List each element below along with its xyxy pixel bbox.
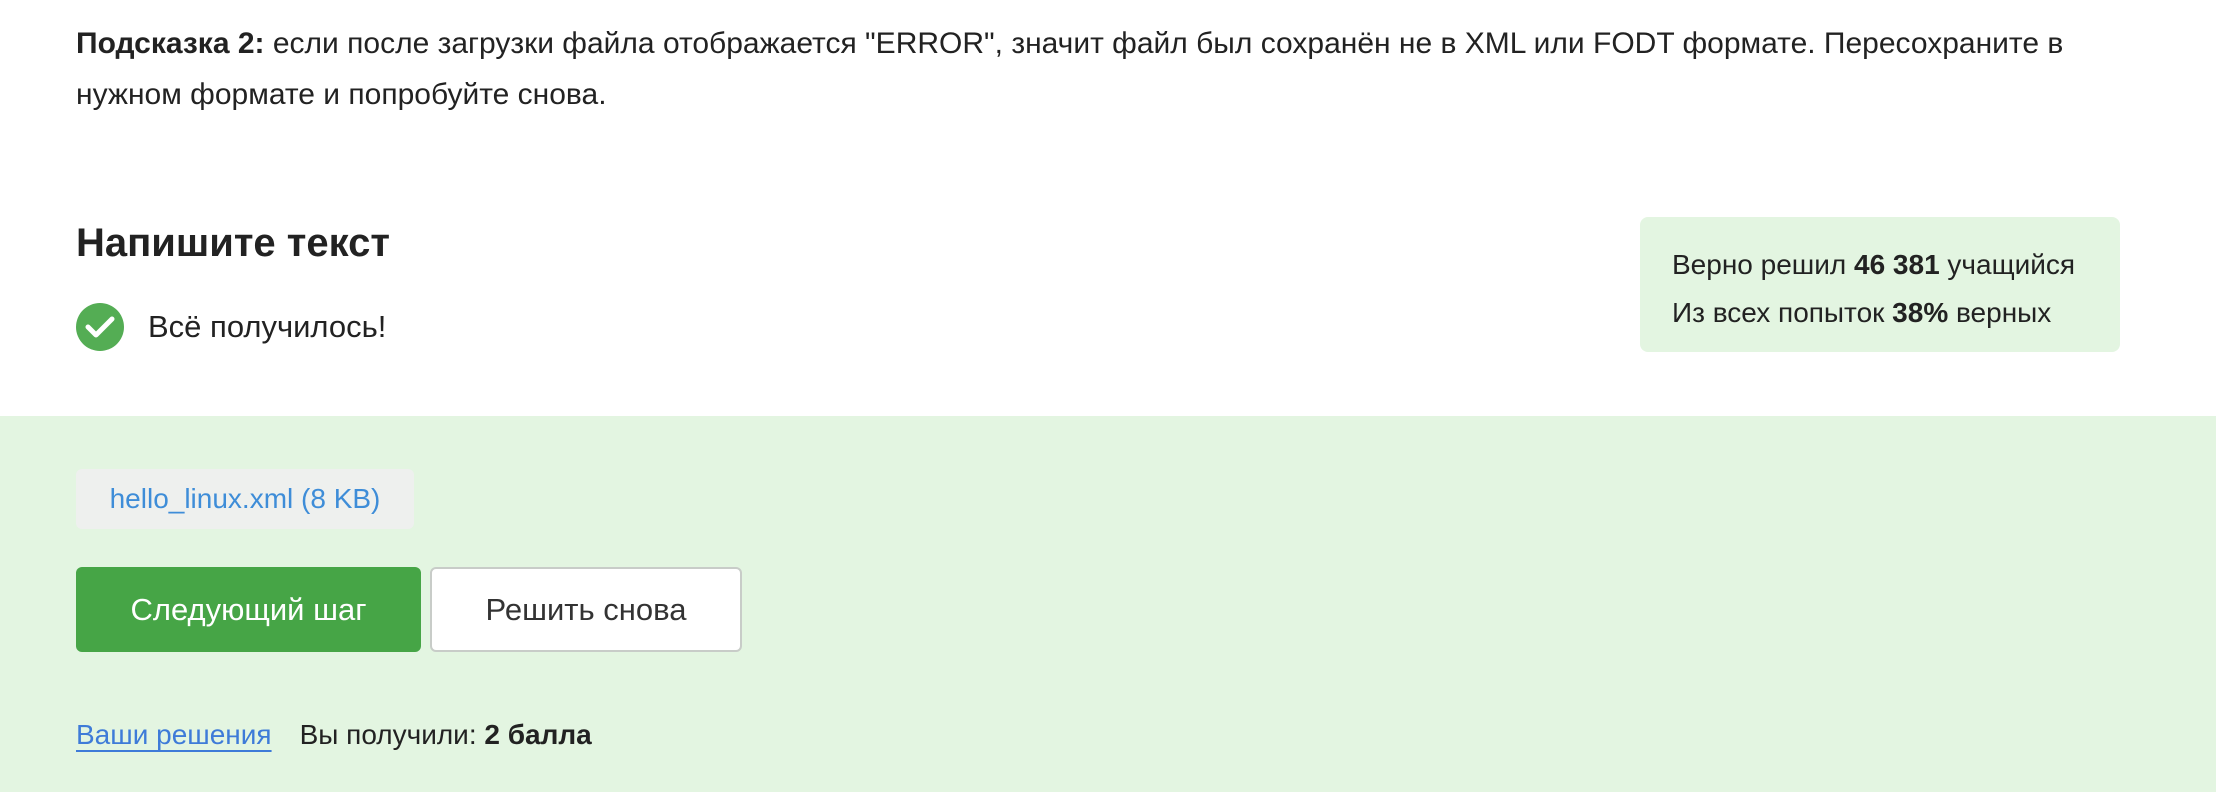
your-solutions-link[interactable]: Ваши решения xyxy=(76,719,272,751)
attempts-line: Из всех попыток 38% верных xyxy=(1672,289,2088,337)
attempts-prefix: Из всех попыток xyxy=(1672,297,1893,328)
score-value: 2 балла xyxy=(484,719,592,750)
task-title: Напишите текст xyxy=(76,221,390,265)
attached-file-link[interactable]: hello_linux.xml (8 KB) xyxy=(76,469,414,529)
solved-suffix: учащийся xyxy=(1939,249,2076,280)
solved-prefix: Верно решил xyxy=(1672,249,1854,280)
hint-label: Подсказка 2: xyxy=(76,27,265,60)
score-prefix: Вы получили: xyxy=(299,719,485,750)
stats-panel: Верно решил 46 381 учащийся Из всех попы… xyxy=(1640,217,2120,352)
success-status: Всё получилось! xyxy=(76,302,386,352)
attempts-percent: 38% xyxy=(1892,297,1949,328)
success-text: Всё получилось! xyxy=(148,309,387,344)
submission-footer: Ваши решения Вы получили: 2 балла xyxy=(76,715,592,755)
checkmark-icon xyxy=(76,303,124,351)
solved-count-line: Верно решил 46 381 учащийся xyxy=(1672,241,2088,289)
solved-count: 46 381 xyxy=(1854,249,1940,280)
attempts-suffix: верных xyxy=(1948,297,2052,328)
score-text: Вы получили: 2 балла xyxy=(300,719,592,751)
solve-again-button[interactable]: Решить снова xyxy=(430,567,742,652)
hint-text: Подсказка 2: если после загрузки файла о… xyxy=(76,18,2136,120)
next-step-button[interactable]: Следующий шаг xyxy=(76,567,421,652)
hint-body: если после загрузки файла отображается "… xyxy=(76,27,2064,111)
